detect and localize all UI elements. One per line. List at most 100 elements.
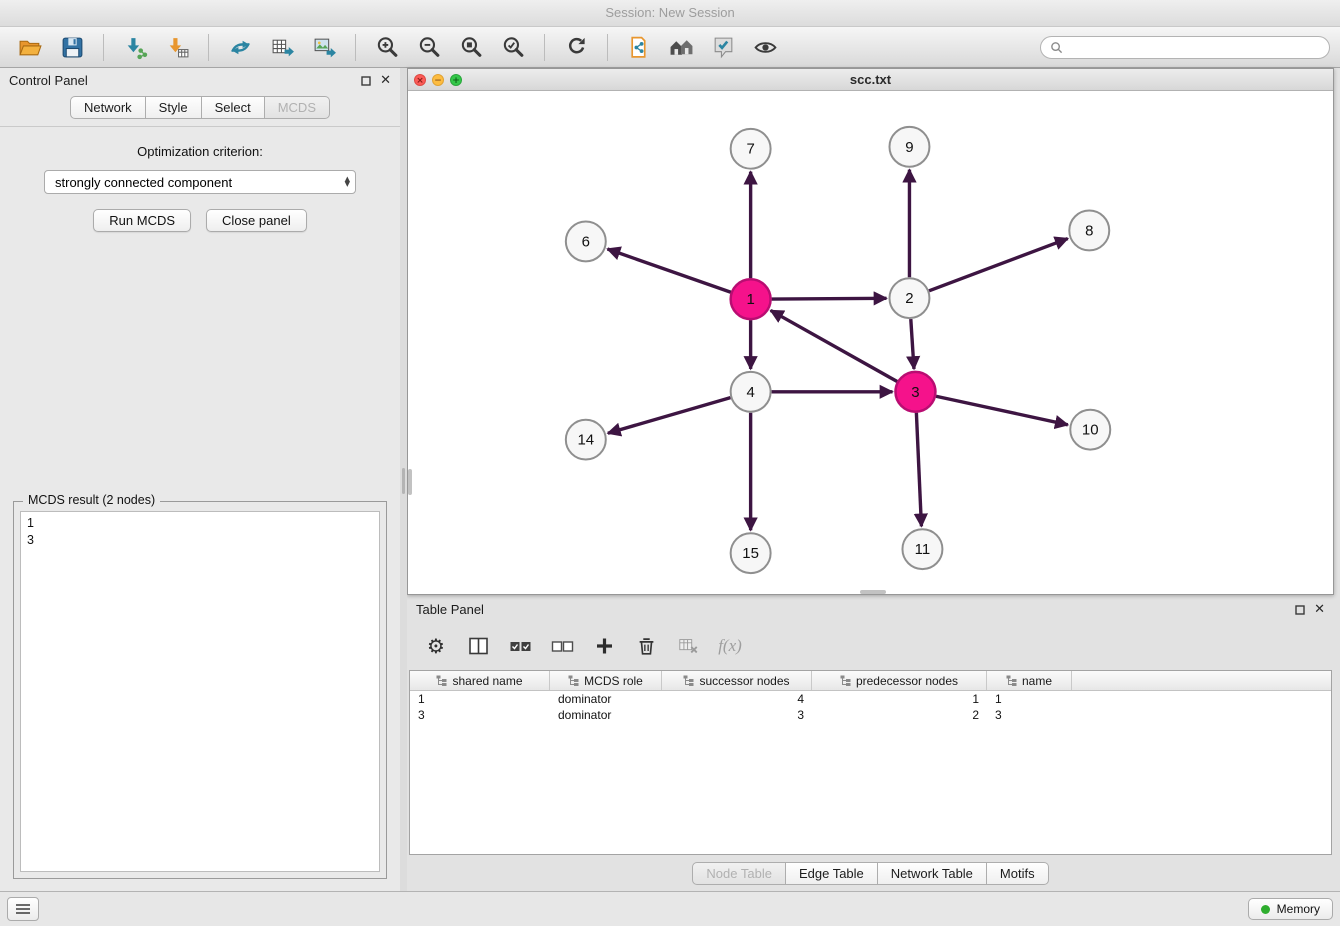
table-panel-float-button[interactable] — [1295, 605, 1305, 615]
import-table-button[interactable] — [157, 30, 197, 64]
graph-edge-3-10[interactable] — [936, 396, 1068, 425]
search-box[interactable] — [1040, 36, 1330, 59]
graph-edge-3-11[interactable] — [916, 413, 921, 527]
graph-node-11[interactable]: 11 — [902, 529, 942, 569]
graph-node-label: 9 — [905, 139, 913, 156]
delete-table-button[interactable] — [671, 630, 705, 662]
table-panel-toggle-button[interactable] — [7, 897, 39, 921]
column-tree-icon — [840, 675, 851, 686]
table-row[interactable]: 1dominator411 — [410, 691, 1331, 707]
network-canvas[interactable]: 7 9 6 8 1 2 4 3 14 10 15 11 — [408, 91, 1333, 594]
graph-node-9[interactable]: 9 — [889, 127, 929, 167]
mcds-result-box[interactable]: 13 — [20, 511, 380, 872]
table-tab-network-table[interactable]: Network Table — [878, 862, 987, 885]
graph-node-6[interactable]: 6 — [566, 221, 606, 261]
float-window-icon — [361, 76, 371, 86]
panel-splitter[interactable] — [400, 68, 407, 891]
table-cell[interactable]: 3 — [662, 707, 812, 723]
graph-edge-2-8[interactable] — [929, 239, 1068, 291]
graph-edge-3-1[interactable] — [771, 310, 898, 381]
minimize-window-icon[interactable]: − — [432, 74, 444, 86]
zoom-in-button[interactable] — [367, 30, 407, 64]
table-cell[interactable]: 4 — [662, 691, 812, 707]
graph-node-8[interactable]: 8 — [1069, 211, 1109, 251]
table-cell[interactable]: 1 — [812, 691, 987, 707]
close-window-icon[interactable]: × — [414, 74, 426, 86]
delete-column-button[interactable] — [629, 630, 663, 662]
open-session-button[interactable] — [10, 30, 50, 64]
network-h-scrollbar[interactable] — [860, 590, 886, 594]
table-cell[interactable]: 1 — [987, 691, 1072, 707]
table-cell[interactable]: 3 — [987, 707, 1072, 723]
graph-node-7[interactable]: 7 — [731, 129, 771, 169]
run-mcds-button[interactable]: Run MCDS — [93, 209, 191, 232]
memory-button[interactable]: Memory — [1248, 898, 1333, 920]
show-columns-button[interactable] — [461, 630, 495, 662]
zoom-out-button[interactable] — [409, 30, 449, 64]
column-header-name[interactable]: name — [987, 671, 1072, 690]
optimization-criterion-select[interactable]: strongly connected component ▲▼ — [44, 170, 356, 194]
save-session-button[interactable] — [52, 30, 92, 64]
zoom-fit-button[interactable] — [451, 30, 491, 64]
table-cell[interactable]: 1 — [410, 691, 550, 707]
table-panel: Table Panel ✕ ⚙ — [407, 597, 1334, 891]
graph-node-15[interactable]: 15 — [731, 533, 771, 573]
control-panel-float-button[interactable] — [361, 76, 371, 86]
import-network-button[interactable] — [115, 30, 155, 64]
graph-edge-1-2[interactable] — [772, 298, 887, 299]
main-area: Control Panel ✕ NetworkStyleSelectMCDS O… — [0, 68, 1340, 891]
export-table-button[interactable] — [262, 30, 302, 64]
table-cell[interactable]: dominator — [550, 707, 662, 723]
tab-style[interactable]: Style — [146, 96, 202, 119]
select-all-columns-button[interactable] — [503, 630, 537, 662]
window-titlebar[interactable]: Session: New Session — [0, 0, 1340, 27]
table-tab-motifs[interactable]: Motifs — [987, 862, 1049, 885]
column-header-shared-name[interactable]: shared name — [410, 671, 550, 690]
mcds-result-line: 1 — [27, 515, 373, 532]
graph-edge-4-14[interactable] — [608, 398, 731, 434]
tab-mcds[interactable]: MCDS — [265, 96, 330, 119]
network-v-scrollbar[interactable] — [408, 469, 412, 495]
optimization-criterion-value: strongly connected component — [55, 175, 232, 190]
network-window-titlebar[interactable]: × − + scc.txt — [408, 69, 1333, 91]
document-share-button[interactable] — [619, 30, 659, 64]
export-image-button[interactable] — [304, 30, 344, 64]
network-graph[interactable]: 7 9 6 8 1 2 4 3 14 10 15 11 — [408, 91, 1333, 594]
table-panel-close-button[interactable]: ✕ — [1314, 603, 1325, 616]
style-check-button[interactable] — [703, 30, 743, 64]
column-header-MCDS-role[interactable]: MCDS role — [550, 671, 662, 690]
table-tab-node-table[interactable]: Node Table — [692, 862, 786, 885]
graph-node-3[interactable]: 3 — [895, 372, 935, 412]
tab-network[interactable]: Network — [70, 96, 146, 119]
refresh-button[interactable] — [556, 30, 596, 64]
control-panel-close-button[interactable]: ✕ — [380, 74, 391, 87]
graph-node-4[interactable]: 4 — [731, 372, 771, 412]
column-header-label: successor nodes — [699, 674, 789, 688]
table-settings-button[interactable]: ⚙ — [419, 630, 453, 662]
graph-node-14[interactable]: 14 — [566, 420, 606, 460]
table-tab-edge-table[interactable]: Edge Table — [786, 862, 878, 885]
search-input[interactable] — [1069, 39, 1320, 56]
table-cell[interactable]: dominator — [550, 691, 662, 707]
create-column-button[interactable] — [587, 630, 621, 662]
graph-node-10[interactable]: 10 — [1070, 410, 1110, 450]
graph-node-2[interactable]: 2 — [889, 278, 929, 318]
table-panel-header: Table Panel ✕ — [407, 597, 1334, 622]
graph-node-1[interactable]: 1 — [731, 279, 771, 319]
zoom-window-icon[interactable]: + — [450, 74, 462, 86]
tab-select[interactable]: Select — [202, 96, 265, 119]
graph-edge-1-6[interactable] — [607, 249, 730, 292]
deselect-all-columns-button[interactable] — [545, 630, 579, 662]
table-row[interactable]: 3dominator323 — [410, 707, 1331, 723]
graph-edge-2-3[interactable] — [911, 319, 914, 369]
zoom-selected-button[interactable] — [493, 30, 533, 64]
table-cell[interactable]: 3 — [410, 707, 550, 723]
network-arrows-button[interactable] — [220, 30, 260, 64]
show-graphics-details-button[interactable] — [745, 30, 785, 64]
homes-button[interactable] — [661, 30, 701, 64]
column-header-predecessor-nodes[interactable]: predecessor nodes — [812, 671, 987, 690]
close-panel-button[interactable]: Close panel — [206, 209, 307, 232]
table-cell[interactable]: 2 — [812, 707, 987, 723]
function-builder-button[interactable]: f(x) — [713, 630, 747, 662]
column-header-successor-nodes[interactable]: successor nodes — [662, 671, 812, 690]
